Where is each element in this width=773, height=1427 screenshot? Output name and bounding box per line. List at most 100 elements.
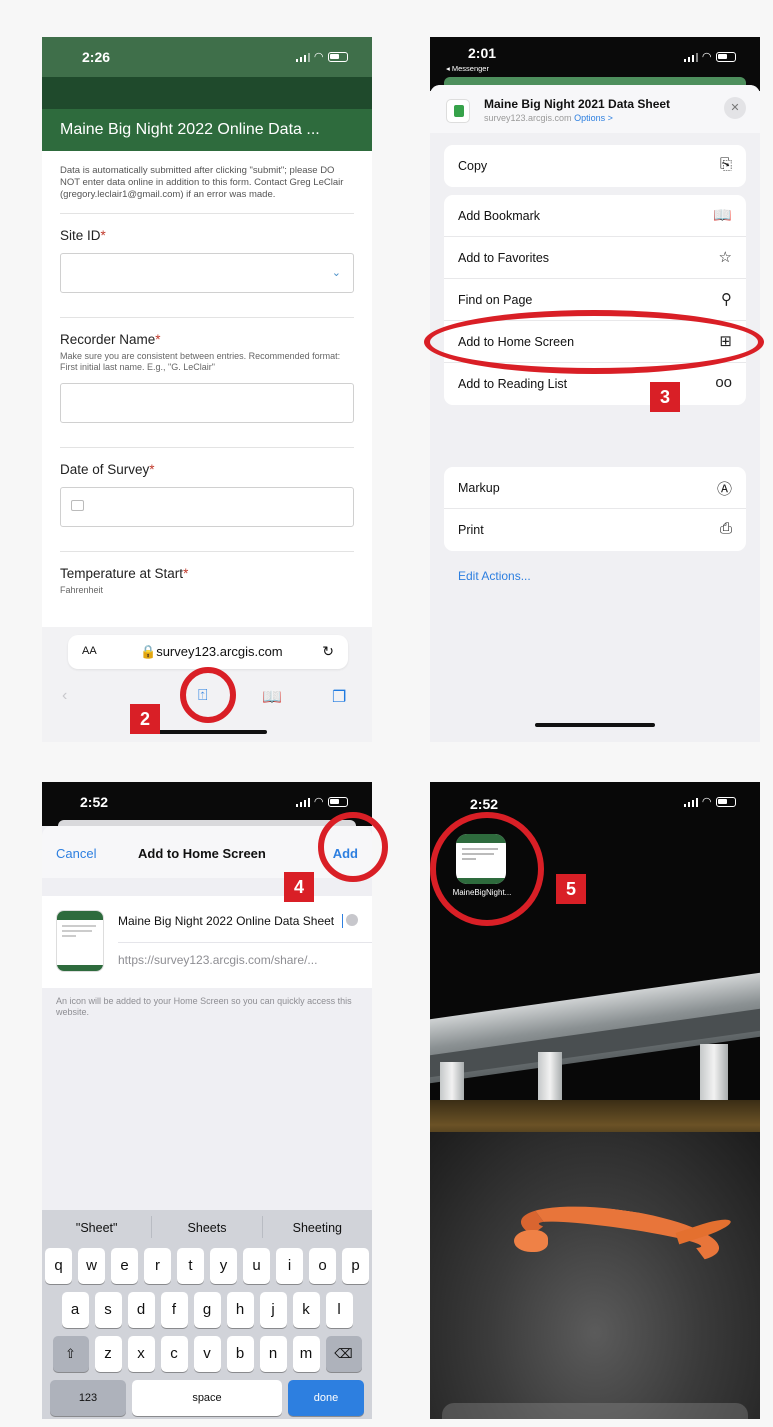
key[interactable]: i <box>276 1248 303 1284</box>
dock <box>442 1403 748 1419</box>
highlight-webclip-circle <box>430 812 544 926</box>
key[interactable]: p <box>342 1248 369 1284</box>
survey-form: Data is automatically submitted after cl… <box>42 151 372 671</box>
status-icons: ◠ <box>683 50 736 63</box>
header-band <box>42 77 372 109</box>
suggestion-3[interactable]: Sheeting <box>263 1216 372 1238</box>
share-sheet-header: Maine Big Night 2021 Data Sheet survey12… <box>430 85 760 133</box>
key[interactable]: e <box>111 1248 138 1284</box>
search-icon: ⚲ <box>721 291 732 308</box>
status-time: 2:26 <box>82 49 111 65</box>
page-title: Maine Big Night 2022 Online Data ... <box>42 109 372 151</box>
close-icon[interactable]: ✕ <box>724 97 746 119</box>
space-key[interactable]: space <box>132 1380 282 1416</box>
key-row-4: 123 space done <box>42 1380 372 1416</box>
status-time: 2:52 <box>470 796 499 812</box>
suggestion-1[interactable]: "Sheet" <box>42 1216 153 1238</box>
key[interactable]: a <box>61 1292 89 1328</box>
url-text: 🔒survey123.arcgis.com <box>140 644 283 659</box>
key[interactable]: r <box>144 1248 171 1284</box>
signal-icon <box>295 797 310 807</box>
salamander-head <box>514 1230 548 1252</box>
key[interactable]: d <box>127 1292 155 1328</box>
key[interactable]: o <box>309 1248 336 1284</box>
key[interactable]: g <box>193 1292 221 1328</box>
keyboard: "Sheet" Sheets Sheeting q w e r t y u i … <box>42 1210 372 1419</box>
wifi-icon: ◠ <box>702 796 711 808</box>
key[interactable]: s <box>94 1292 122 1328</box>
divider <box>60 551 354 552</box>
shift-icon[interactable]: ⇧ <box>52 1336 89 1372</box>
key[interactable]: h <box>226 1292 254 1328</box>
recorder-name-help: Make sure you are consistent between ent… <box>60 351 341 372</box>
site-id-select[interactable]: ⌄ <box>60 253 354 293</box>
key[interactable]: u <box>243 1248 270 1284</box>
battery-icon <box>716 51 736 62</box>
suggestion-bar: "Sheet" Sheets Sheeting <box>42 1210 372 1244</box>
action-copy[interactable]: Copy ⎘ <box>444 145 746 187</box>
back-to-messenger[interactable]: ◂ Messenger <box>446 64 489 73</box>
options-link[interactable]: Options > <box>574 113 613 123</box>
star-icon: ☆ <box>718 249 732 266</box>
key-row-2: a s d f g h j k l <box>42 1292 372 1328</box>
action-add-favorites[interactable]: Add to Favorites ☆ <box>444 237 746 279</box>
step-badge-5: 5 <box>556 874 586 904</box>
suggestion-2[interactable]: Sheets <box>152 1216 263 1238</box>
battery-icon <box>716 796 736 807</box>
action-add-bookmark[interactable]: Add Bookmark 📖 <box>444 195 746 237</box>
form-info-text: Data is automatically submitted after cl… <box>60 151 354 214</box>
done-key[interactable]: done <box>288 1380 364 1416</box>
site-favicon <box>446 99 470 123</box>
bookmarks-icon[interactable]: 📖 <box>262 687 282 707</box>
delete-icon[interactable]: ⌫ <box>325 1336 362 1372</box>
key[interactable]: q <box>45 1248 72 1284</box>
share-sheet: Maine Big Night 2021 Data Sheet survey12… <box>430 85 760 742</box>
key[interactable]: m <box>292 1336 320 1372</box>
phone-add-home-screen: 2:52 ◠ Cancel Add to Home Screen Add Mai… <box>42 782 372 1419</box>
back-icon[interactable]: ‹ <box>62 687 67 705</box>
address-bar[interactable]: AA 🔒survey123.arcgis.com ↻ <box>68 635 348 669</box>
numbers-key[interactable]: 123 <box>50 1380 126 1416</box>
chevron-down-icon: ⌄ <box>331 267 341 279</box>
date-of-survey-input[interactable] <box>60 487 354 527</box>
road-surface <box>430 1132 760 1419</box>
key[interactable]: t <box>177 1248 204 1284</box>
key[interactable]: v <box>193 1336 221 1372</box>
key[interactable]: k <box>292 1292 320 1328</box>
book-icon: 📖 <box>713 207 732 224</box>
key[interactable]: f <box>160 1292 188 1328</box>
name-input[interactable]: Maine Big Night 2022 Online Data Sheet <box>118 914 344 928</box>
key[interactable]: l <box>325 1292 353 1328</box>
site-id-label: Site ID* <box>60 228 106 243</box>
recorder-name-input[interactable] <box>60 383 354 423</box>
action-markup[interactable]: Markup Ⓐ <box>444 467 746 509</box>
key[interactable]: c <box>160 1336 188 1372</box>
step-badge-4: 4 <box>284 872 314 902</box>
cancel-button[interactable]: Cancel <box>56 846 96 861</box>
recorder-name-label: Recorder Name* <box>60 332 161 347</box>
key[interactable]: x <box>127 1336 155 1372</box>
reload-icon[interactable]: ↻ <box>322 643 334 660</box>
key[interactable]: y <box>210 1248 237 1284</box>
printer-icon: ⎙ <box>719 520 732 537</box>
tutorial-collage: 2:26 ◠ Maine Big Night 2022 Online Data … <box>0 0 773 1427</box>
key[interactable]: w <box>78 1248 105 1284</box>
signal-icon <box>683 797 698 807</box>
reader-aa-button[interactable]: AA <box>82 645 97 657</box>
key[interactable]: b <box>226 1336 254 1372</box>
date-of-survey-label: Date of Survey* <box>60 462 155 477</box>
action-group-copy: Copy ⎘ <box>444 145 746 187</box>
wifi-icon: ◠ <box>702 51 711 63</box>
calendar-icon <box>71 500 84 511</box>
divider <box>60 447 354 448</box>
signal-icon <box>295 52 310 62</box>
status-icons: ◠ <box>295 50 348 63</box>
key[interactable]: n <box>259 1336 287 1372</box>
clear-icon[interactable] <box>346 914 358 926</box>
divider <box>60 317 354 318</box>
tabs-icon[interactable]: ❐ <box>332 687 346 707</box>
action-print[interactable]: Print ⎙ <box>444 509 746 551</box>
key[interactable]: j <box>259 1292 287 1328</box>
edit-actions-link[interactable]: Edit Actions... <box>458 569 531 583</box>
key[interactable]: z <box>94 1336 122 1372</box>
